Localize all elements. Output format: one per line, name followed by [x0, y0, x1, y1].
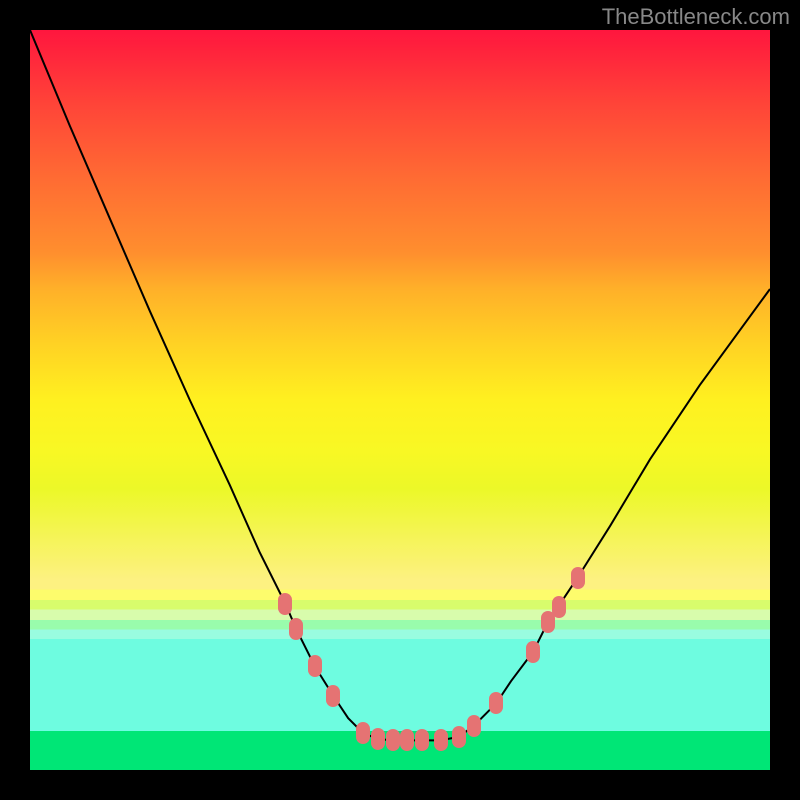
data-marker	[552, 596, 566, 618]
data-marker	[371, 728, 385, 750]
data-marker	[400, 729, 414, 751]
watermark-text: TheBottleneck.com	[602, 4, 790, 30]
data-marker	[467, 715, 481, 737]
data-marker	[452, 726, 466, 748]
data-marker	[289, 618, 303, 640]
data-marker	[356, 722, 370, 744]
data-marker	[308, 655, 322, 677]
data-marker	[415, 729, 429, 751]
data-marker	[326, 685, 340, 707]
chart-container: TheBottleneck.com	[0, 0, 800, 800]
data-marker	[278, 593, 292, 615]
data-marker	[571, 567, 585, 589]
data-marker	[386, 729, 400, 751]
bottleneck-curve	[30, 30, 770, 770]
plot-area	[30, 30, 770, 770]
data-marker	[489, 692, 503, 714]
data-marker	[434, 729, 448, 751]
data-marker	[526, 641, 540, 663]
